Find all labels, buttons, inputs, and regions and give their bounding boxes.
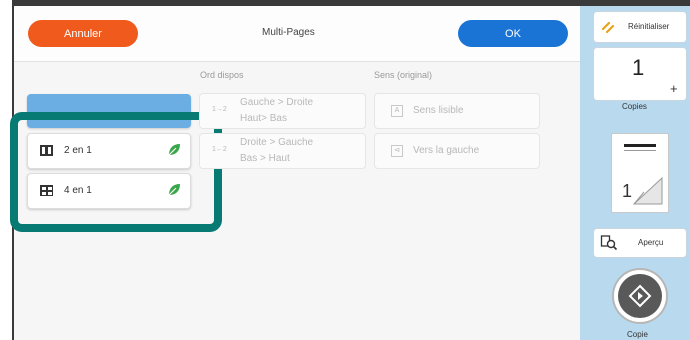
copies-label: Copies [622, 102, 647, 111]
preview-page-thumbnail: 1 [611, 133, 669, 213]
page-curl-icon [632, 176, 663, 205]
rotate-left-icon: ⊲ [391, 145, 403, 157]
readable-orientation-icon: A [391, 105, 403, 117]
copy-label: Copie [627, 330, 648, 339]
layout-right-left-line1: Droite > Gauche [240, 137, 314, 148]
highlight-frame [10, 112, 222, 232]
left-right-order-icon: 1→2 [212, 106, 227, 113]
layout-right-left-button[interactable]: 1←2 Droite > Gauche Bas > Haut [199, 133, 366, 169]
cancel-button[interactable]: Annuler [28, 20, 138, 47]
reset-button[interactable]: Réinitialiser [593, 11, 687, 43]
orientation-left-label: Vers la gauche [413, 145, 480, 156]
start-diamond-icon [628, 284, 652, 308]
layout-right-left-line2: Bas > Haut [240, 153, 290, 164]
page-subheader-line [624, 150, 656, 151]
page-number-1: 1 [622, 181, 633, 201]
copies-counter[interactable]: 1 + [593, 47, 687, 101]
plus-icon[interactable]: + [670, 81, 678, 96]
orientation-label: Sens (original) [374, 70, 433, 80]
ok-button[interactable]: OK [458, 20, 568, 47]
page-header-line [624, 144, 656, 147]
preview-label: Aperçu [638, 238, 664, 247]
page-title: Multi-Pages [262, 27, 315, 38]
layout-left-right-button[interactable]: 1→2 Gauche > Droite Haut> Bas [199, 93, 366, 129]
orientation-readable-label: Sens lisible [413, 105, 464, 116]
right-left-order-icon: 1←2 [212, 146, 227, 153]
start-copy-button[interactable] [612, 268, 668, 324]
preview-button[interactable]: Aperçu [593, 228, 687, 258]
orientation-left-button[interactable]: ⊲ Vers la gauche [374, 133, 540, 169]
preview-magnifier-icon [600, 235, 618, 251]
layout-left-right-line1: Gauche > Droite [240, 97, 314, 108]
reset-icon [601, 21, 615, 34]
layout-left-right-line2: Haut> Bas [240, 113, 287, 124]
copies-value: 1 [632, 55, 645, 80]
orientation-readable-button[interactable]: A Sens lisible [374, 93, 540, 129]
reset-label: Réinitialiser [628, 22, 670, 31]
layout-order-label: Ord dispos [200, 70, 244, 80]
